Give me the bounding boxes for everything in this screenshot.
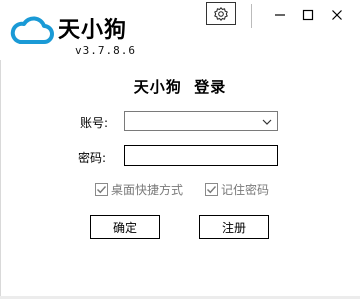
minimize-icon	[275, 14, 285, 16]
close-button[interactable]	[326, 4, 348, 26]
desktop-shortcut-checkbox[interactable]: 桌面快捷方式	[95, 181, 183, 197]
account-label: 账号:	[80, 116, 109, 130]
settings-button[interactable]	[206, 2, 236, 25]
remember-password-label: 记住密码	[221, 182, 270, 197]
gear-icon	[214, 6, 228, 21]
cloud-logo-icon	[10, 16, 54, 44]
account-select[interactable]	[124, 111, 278, 131]
app-brand-name: 天小狗	[58, 18, 128, 43]
ok-button[interactable]: 确定	[90, 215, 160, 239]
register-button[interactable]: 注册	[199, 215, 269, 239]
password-field[interactable]	[124, 145, 278, 166]
app-header: 天小狗 v3.7.8.6	[0, 0, 155, 60]
form-title-brand: 天小狗	[133, 78, 182, 96]
desktop-shortcut-checkbox-box[interactable]	[95, 182, 108, 196]
form-title: 天小狗 登录	[0, 76, 360, 97]
maximize-icon	[302, 9, 314, 21]
titlebar-separator	[251, 4, 252, 28]
minimize-button[interactable]	[269, 4, 291, 26]
remember-password-checkbox-box[interactable]	[205, 182, 218, 196]
password-label: 密码:	[78, 151, 107, 165]
remember-password-checkbox[interactable]: 记住密码	[205, 181, 269, 197]
maximize-button[interactable]	[297, 4, 319, 26]
checkmark-icon	[207, 185, 217, 193]
form-title-login: 登录	[194, 78, 227, 96]
login-window: 天小狗 v3.7.8.6 天小狗 登录 账号: 密码: 桌面快捷方式 记住密码 …	[0, 0, 360, 299]
checkmark-icon	[97, 185, 107, 193]
app-version: v3.7.8.6	[75, 44, 136, 57]
close-icon	[332, 10, 342, 20]
desktop-shortcut-label: 桌面快捷方式	[111, 182, 184, 197]
chevron-down-icon	[262, 119, 272, 125]
